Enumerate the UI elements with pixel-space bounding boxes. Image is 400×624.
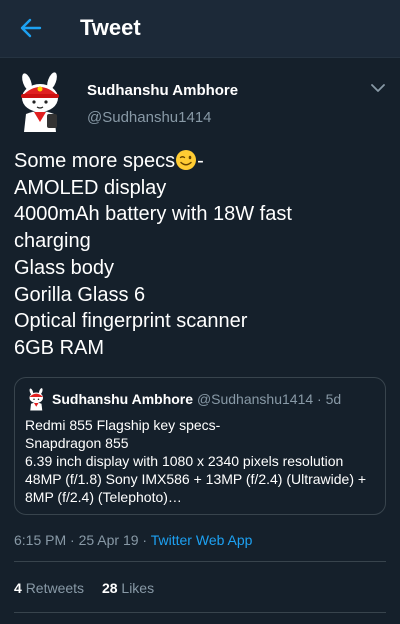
retweets-count: 4 xyxy=(14,580,22,596)
page-title: Tweet xyxy=(80,15,141,40)
tweet-source-link[interactable]: Twitter Web App xyxy=(151,532,253,548)
winking-face-emoji xyxy=(176,150,197,170)
quote-age: 5d xyxy=(325,391,342,407)
quote-line: Snapdragon 855 xyxy=(25,435,129,451)
likes-stat[interactable]: 28 Likes xyxy=(102,580,154,596)
quote-text: Redmi 855 Flagship key specs- Snapdragon… xyxy=(25,416,377,506)
quoted-tweet-card[interactable]: Sudhanshu Ambhore @Sudhanshu1414 · 5d Re… xyxy=(14,377,386,515)
tweet-text: Some more specs - AMOLED display 4000mAh… xyxy=(14,148,384,362)
back-button[interactable] xyxy=(14,13,48,43)
quote-separator: · xyxy=(317,391,322,407)
meta-separator: · xyxy=(66,532,79,548)
meta-separator: · xyxy=(138,532,151,548)
quote-line: 8MP (f/2.4) (Telephoto)… xyxy=(25,489,182,505)
tweet-time: 6:15 PM xyxy=(14,532,67,548)
tweet-stats: 4 Retweets 28 Likes xyxy=(14,580,168,596)
retweets-stat[interactable]: 4 Retweets xyxy=(14,580,84,596)
tweet-line: 4000mAh battery with 18W fast xyxy=(14,203,292,226)
tweet-line: 6GB RAM xyxy=(14,336,105,359)
divider xyxy=(14,612,386,613)
tweet-line: Some more specs - xyxy=(14,150,204,172)
tweet-line: Glass body xyxy=(14,256,115,279)
tweet-date: 25 Apr 19 xyxy=(78,532,139,548)
quote-line: 48MP (f/1.8) Sony IMX586 + 13MP (f/2.4) … xyxy=(25,471,367,487)
tweet-line: AMOLED display xyxy=(14,176,167,199)
quote-author-name: Sudhanshu Ambhore xyxy=(52,391,194,407)
quote-author-avatar xyxy=(29,388,43,411)
divider xyxy=(14,561,386,562)
quote-line: Redmi 855 Flagship key specs- xyxy=(25,417,221,433)
quote-line: 6.39 inch display with 1080 x 2340 pixel… xyxy=(25,453,344,469)
tweet-timestamp: 6:15 PM · 25 Apr 19 · Twitter Web App xyxy=(14,532,252,548)
tweet-line: Gorilla Glass 6 xyxy=(14,283,146,306)
tweet-line: charging xyxy=(14,230,91,253)
top-app-bar: Tweet xyxy=(0,0,400,58)
author-avatar[interactable] xyxy=(14,72,70,136)
tweet-line: Optical fingerprint scanner xyxy=(14,310,248,333)
quote-header: Sudhanshu Ambhore @Sudhanshu1414 · 5d xyxy=(52,391,341,407)
retweets-label: Retweets xyxy=(25,580,85,596)
author-handle[interactable]: @Sudhanshu1414 xyxy=(87,109,212,126)
likes-count: 28 xyxy=(101,580,118,596)
quote-author-handle: @Sudhanshu1414 xyxy=(196,391,314,407)
author-name[interactable]: Sudhanshu Ambhore xyxy=(87,82,238,99)
likes-label: Likes xyxy=(121,580,155,596)
chevron-down-icon[interactable] xyxy=(370,80,386,96)
back-arrow-icon xyxy=(20,18,42,38)
